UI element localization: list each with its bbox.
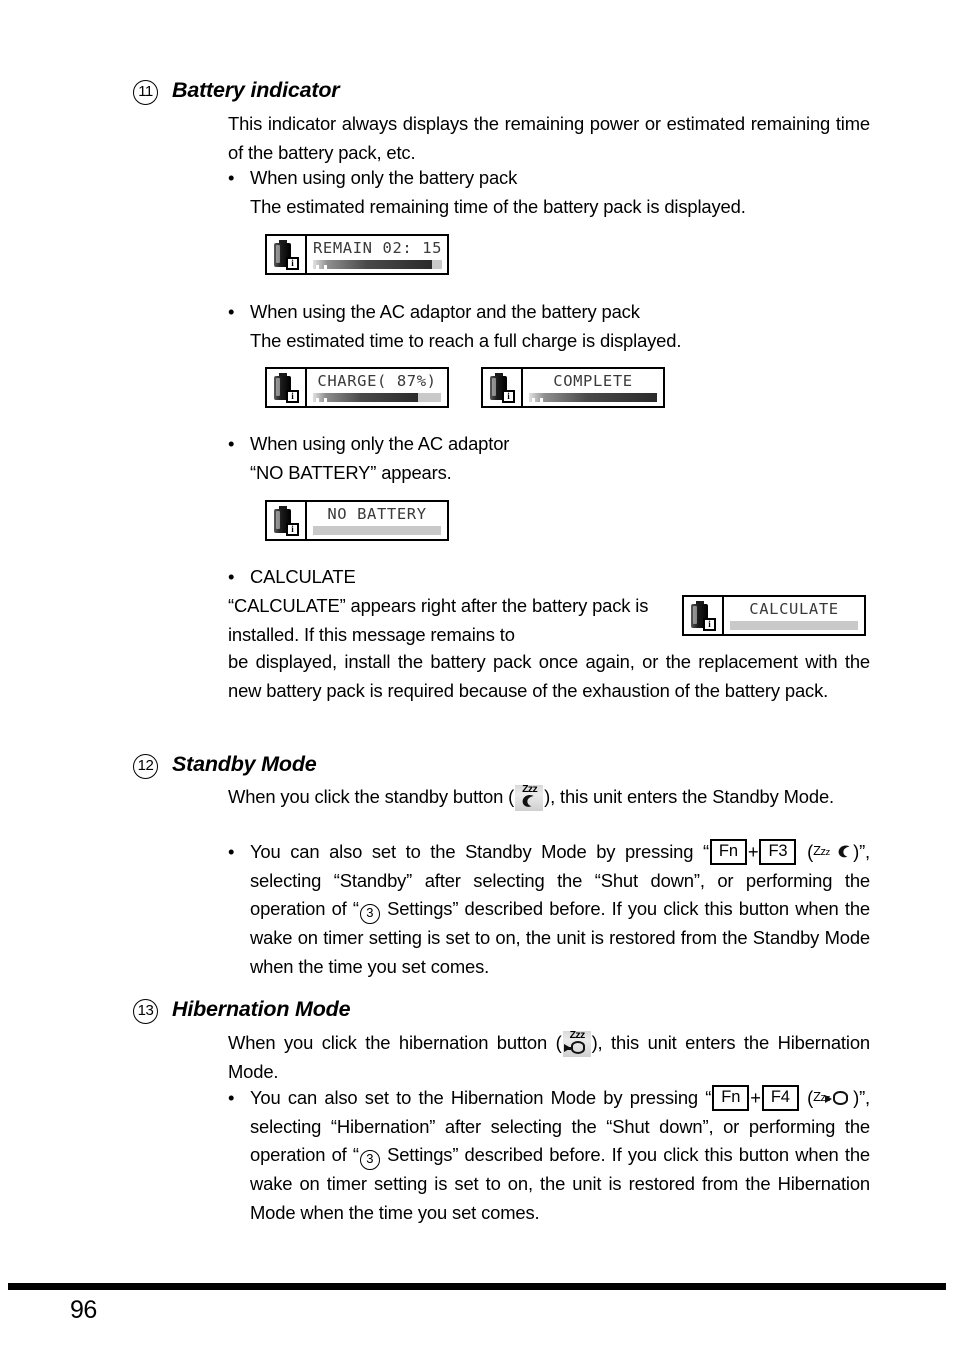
bullet-dot-icon: •: [228, 841, 235, 862]
key-f3[interactable]: F3: [759, 839, 797, 865]
hibernation-zzz-label: Zzz: [569, 1029, 586, 1041]
hibernation-intro-before: When you click the hibernation button (: [228, 1032, 562, 1053]
moon-shape-icon: [522, 795, 534, 807]
bullet-standby-text: You can also set to the Standby Mode by …: [250, 839, 871, 977]
arrow-into-disc-icon: [825, 1095, 833, 1103]
calculate-text-part1: “CALCULATE” appears right after the batt…: [228, 595, 649, 645]
hibernation-button-icon[interactable]: Zzz: [562, 1029, 591, 1057]
hibernation-zzz-disc-symbol: Zzz: [813, 1087, 853, 1109]
section-title-battery-indicator: Battery indicator: [172, 78, 340, 102]
lcd-body: COMPLETE: [523, 369, 663, 406]
bullet-hibernation-keys: • You can also set to the Hibernation Mo…: [228, 1084, 870, 1227]
section-marker-11: 11: [133, 80, 158, 105]
lcd-display-remain: i REMAIN 02: 15: [265, 234, 449, 275]
circled-ref-3: 3: [359, 904, 380, 924]
lcd-display-calculate: i CALCULATE: [682, 595, 866, 636]
lcd-body: NO BATTERY: [307, 502, 447, 539]
bullet-standby-keys: • You can also set to the Standby Mode b…: [228, 838, 870, 981]
bullet-dot-icon: •: [228, 433, 235, 454]
bullet-ac-only: • When using only the AC adaptor “NO BAT…: [228, 430, 870, 487]
battery-info-icon: i: [684, 597, 724, 634]
battery-badge-letter: i: [507, 390, 510, 401]
battery-badge-letter: i: [708, 618, 711, 629]
battery-badge-letter: i: [291, 523, 294, 534]
lcd-body: CALCULATE: [724, 597, 864, 634]
hibernation-intro: When you click the hibernation button ( Z…: [228, 1029, 870, 1086]
lcd-text-remain: REMAIN 02: 15: [313, 238, 443, 257]
bullet-dot-icon: •: [228, 566, 235, 587]
standby-intro: When you click the standby button (Zzz),…: [228, 783, 870, 812]
bullet-hibernation-text: You can also set to the Hibernation Mode…: [250, 1085, 870, 1223]
bullet-sub: The estimated remaining time of the batt…: [250, 195, 746, 217]
lcd-text-charge: CHARGE( 87%): [317, 371, 437, 390]
page-number: 96: [70, 1296, 97, 1324]
arrow-into-disc-icon: [563, 1044, 571, 1052]
section-heading: 13 Hibernation Mode: [0, 997, 954, 1031]
lcd-body: REMAIN 02: 15: [307, 236, 448, 273]
section-marker-13: 13: [133, 999, 158, 1024]
lcd-text-calculate: CALCULATE: [749, 599, 839, 618]
lcd-progress-bar: [313, 259, 443, 269]
lcd-progress-bar: [529, 392, 657, 402]
battery-info-icon: i: [267, 236, 307, 273]
lcd-display-no-battery: i NO BATTERY: [265, 500, 449, 541]
bullet-head: When using only the battery pack: [250, 167, 518, 188]
bullet-head: When using only the AC adaptor: [250, 433, 510, 454]
bullet-ac-and-battery: • When using the AC adaptor and the batt…: [228, 298, 870, 355]
battery-badge-letter: i: [291, 257, 294, 268]
lcd-text-no-battery: NO BATTERY: [327, 504, 427, 523]
calculate-text-part2: be displayed, install the battery pack o…: [228, 651, 870, 701]
bullet-calculate: • CALCULATE: [228, 563, 870, 592]
bullet-head: CALCULATE: [250, 566, 356, 587]
standby-intro-after: ), this unit enters the Standby Mode.: [544, 786, 834, 807]
battery-indicator-intro: This indicator always displays the remai…: [228, 113, 870, 163]
bullet-dot-icon: •: [228, 1087, 235, 1108]
battery-info-icon: i: [267, 502, 307, 539]
section-hibernation-mode: 13 Hibernation Mode: [0, 997, 954, 1031]
section-heading: 12 Standby Mode: [0, 752, 954, 786]
standby-intro-before: When you click the standby button (: [228, 786, 515, 807]
lcd-progress-bar: [313, 392, 441, 402]
section-title-hibernation-mode: Hibernation Mode: [172, 997, 351, 1021]
lcd-progress-bar: [730, 620, 858, 630]
battery-info-icon: i: [483, 369, 523, 406]
lcd-display-charge: i CHARGE( 87%): [265, 367, 449, 408]
battery-badge-letter: i: [291, 390, 294, 401]
lcd-body: CHARGE( 87%): [307, 369, 447, 406]
bullet-head: When using the AC adaptor and the batter…: [250, 301, 640, 322]
key-plus-sign: +: [747, 841, 759, 862]
lcd-display-complete: i COMPLETE: [481, 367, 665, 408]
bullet-battery-pack-only: • When using only the battery pack The e…: [228, 164, 870, 221]
key-fn[interactable]: Fn: [709, 839, 747, 865]
section-standby-mode: 12 Standby Mode: [0, 752, 954, 786]
manual-page: 11 Battery indicator This indicator alwa…: [0, 0, 954, 1352]
section-heading: 11 Battery indicator: [0, 78, 954, 112]
bullet-dot-icon: •: [228, 167, 235, 188]
standby-bullet-part1: You can also set to the Standby Mode by …: [250, 841, 709, 862]
moon-shape-icon: [838, 845, 850, 858]
disc-shape-icon: [833, 1091, 849, 1105]
key-fn[interactable]: Fn: [712, 1085, 750, 1111]
section-marker-12: 12: [133, 754, 158, 779]
section-title-standby-mode: Standby Mode: [172, 752, 317, 776]
circled-ref-3: 3: [359, 1150, 380, 1170]
section-battery-indicator: 11 Battery indicator: [0, 78, 954, 112]
lcd-text-complete: COMPLETE: [553, 371, 633, 390]
footer-divider: [8, 1283, 946, 1290]
disc-shape-icon: [570, 1041, 585, 1054]
battery-info-icon: i: [267, 369, 307, 406]
standby-button-icon[interactable]: Zzz: [515, 784, 544, 811]
lcd-progress-bar: [313, 525, 441, 535]
bullet-dot-icon: •: [228, 301, 235, 322]
key-f4[interactable]: F4: [761, 1085, 799, 1111]
standby-zzz-moon-symbol: Zzz: [813, 841, 853, 863]
key-plus-sign: +: [750, 1087, 761, 1108]
bullet-sub: “NO BATTERY” appears.: [250, 461, 452, 483]
bullet-sub: The estimated time to reach a full charg…: [250, 329, 682, 351]
hibernation-bullet-part1: You can also set to the Hibernation Mode…: [250, 1087, 712, 1108]
